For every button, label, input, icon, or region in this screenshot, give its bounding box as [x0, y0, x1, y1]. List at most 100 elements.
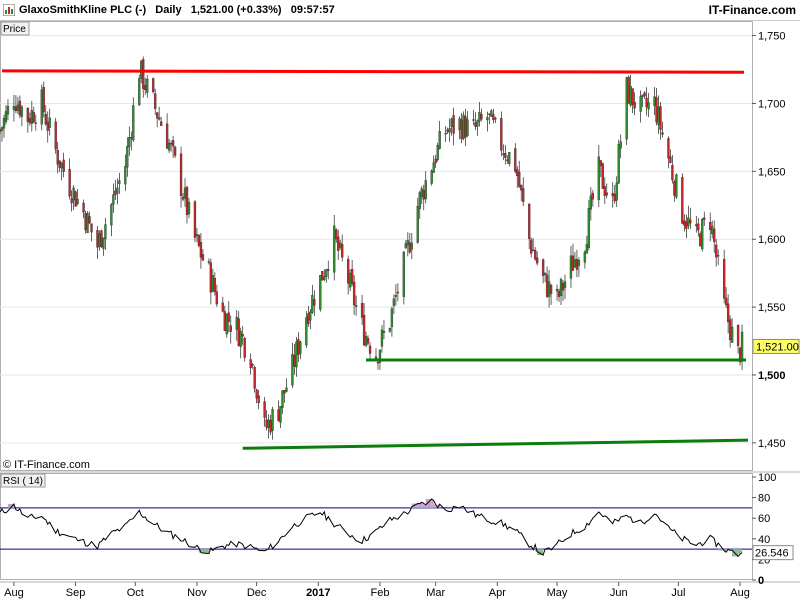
candle-body: [221, 302, 224, 312]
candle-body: [283, 390, 286, 394]
candle-body: [671, 165, 674, 181]
x-tick-label: Dec: [247, 587, 267, 599]
candle-body: [547, 281, 551, 297]
candle-body: [74, 191, 77, 207]
chart-canvas: 1,450 1,500 1,550 1,600 1,650 1,700 1,750 1,521…: [0, 20, 800, 600]
candle-body: [520, 184, 523, 191]
candle-body: [265, 419, 268, 428]
candle-body: [181, 196, 185, 200]
candle-body: [518, 171, 521, 187]
candle-body: [28, 118, 31, 124]
candle-body: [713, 228, 716, 242]
candle-body: [683, 220, 686, 226]
candle-body: [193, 201, 197, 238]
candle-body: [269, 419, 272, 433]
candle-body: [488, 113, 491, 115]
candle-body: [709, 222, 712, 230]
candle-body: [197, 235, 201, 246]
candle-body: [726, 303, 730, 323]
candle-body: [307, 313, 310, 325]
candle-body: [323, 276, 326, 280]
candle-body: [237, 318, 240, 346]
candle-body: [474, 122, 477, 127]
candle-body: [211, 275, 215, 292]
candle-body: [88, 216, 91, 224]
candle-body: [366, 338, 370, 344]
candle-body: [591, 192, 594, 200]
candle-body: [46, 121, 49, 131]
candle-body: [699, 233, 702, 247]
candle-body: [390, 308, 394, 328]
candle-body: [227, 312, 230, 322]
candle-body: [142, 59, 145, 89]
price-tick-label: 1,500: [758, 370, 786, 382]
candle-body: [299, 341, 302, 354]
candle-body: [124, 166, 127, 185]
candle-body: [695, 224, 698, 226]
candle-body: [130, 137, 133, 139]
candle-body: [446, 129, 449, 132]
candle-body: [418, 192, 421, 210]
candle-body: [144, 85, 147, 91]
candle-body: [615, 182, 618, 201]
candle-body: [460, 119, 463, 140]
candle-body: [98, 233, 101, 247]
rsi-overbought-fill: [431, 500, 434, 508]
candle-body: [717, 255, 720, 257]
candle-body: [472, 119, 475, 121]
price-tick-label: 1,600: [758, 234, 786, 246]
candle-body: [325, 269, 328, 277]
candle-body: [285, 387, 288, 392]
candle-body: [82, 202, 85, 213]
price-tick-label: 1,700: [758, 98, 786, 110]
candle-body: [207, 261, 211, 263]
candle-body: [173, 146, 177, 156]
candle-body: [394, 294, 398, 297]
candle-body: [506, 159, 509, 161]
candle-body: [643, 92, 646, 97]
rsi-oversold-fill: [740, 549, 743, 553]
candle-body: [70, 198, 73, 204]
candle-body: [657, 106, 660, 125]
rsi-overbought-fill: [423, 504, 426, 508]
candle-body: [110, 204, 113, 226]
candle-body: [68, 169, 71, 197]
candle-body: [54, 121, 57, 150]
candle-body: [132, 105, 135, 141]
candle-body: [313, 299, 316, 306]
candle-body: [613, 193, 616, 202]
candle-body: [404, 243, 407, 249]
chart-icon[interactable]: [3, 4, 15, 16]
last-price-label: 1,521.00: [756, 341, 799, 353]
candle-body: [293, 355, 296, 367]
price-tick-label: 1,750: [758, 31, 786, 43]
candle-body: [223, 311, 226, 331]
candle-body: [502, 153, 505, 155]
candle-body: [281, 390, 284, 408]
x-tick-label: May: [547, 587, 568, 599]
candle-body: [508, 152, 511, 164]
candle-body: [458, 118, 461, 131]
candle-body: [645, 97, 648, 108]
candle-body: [185, 187, 189, 216]
candle-body: [420, 188, 423, 197]
candle-body: [432, 162, 435, 173]
price-tick-label: 1,450: [758, 438, 786, 450]
candle-body: [291, 354, 294, 386]
candle-body: [102, 237, 105, 249]
chart-background: [0, 20, 800, 600]
price-tick-label: 1,650: [758, 166, 786, 178]
x-tick-label: Aug: [4, 587, 24, 599]
candle-body: [659, 106, 662, 130]
candle-body: [545, 274, 549, 297]
candle-body: [2, 118, 6, 129]
x-tick-label: Nov: [187, 587, 207, 599]
candle-body: [165, 123, 169, 149]
candle-body: [6, 105, 10, 115]
candle-body: [611, 193, 614, 197]
rsi-panel-label: RSI ( 14): [3, 476, 43, 487]
candle-body: [171, 140, 175, 147]
candle-body: [30, 109, 33, 124]
rsi-last-label: 26.546: [755, 548, 789, 560]
candle-body: [516, 169, 519, 177]
